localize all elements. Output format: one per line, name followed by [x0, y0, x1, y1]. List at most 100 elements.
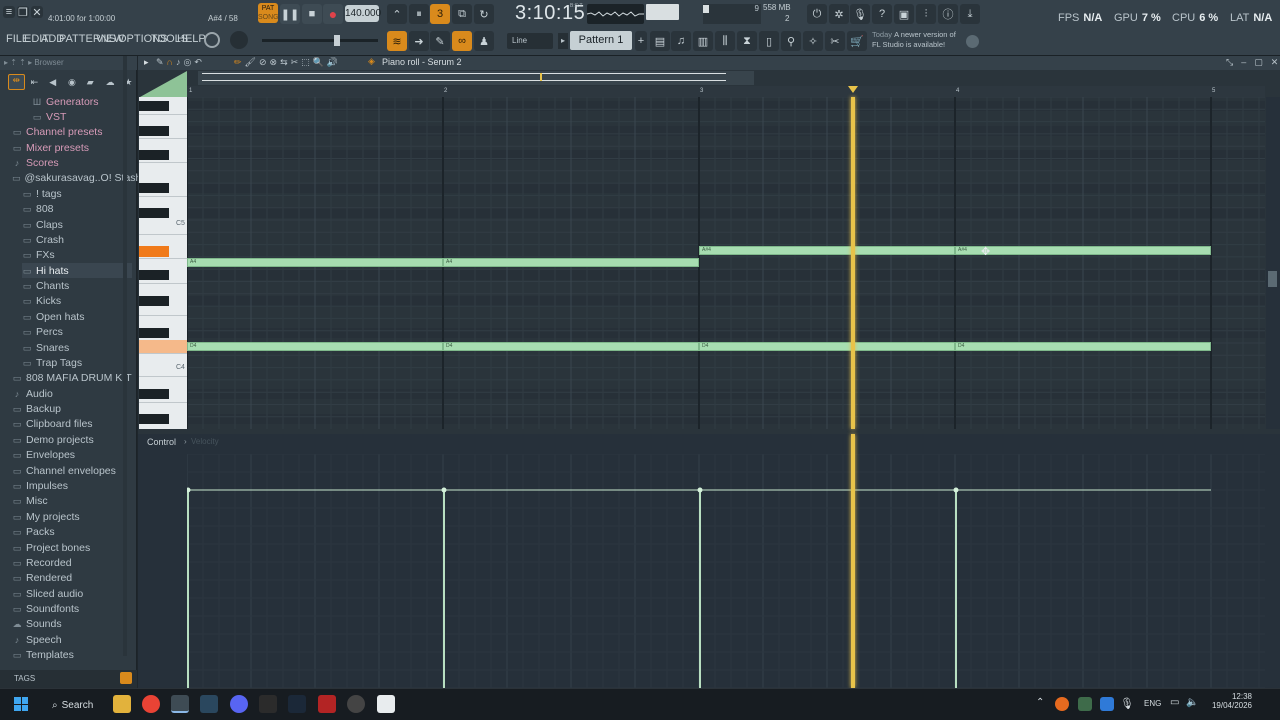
velocity-handle[interactable] — [187, 487, 191, 493]
info-icon[interactable]: ⓘ — [938, 4, 958, 24]
close-window-icon[interactable]: ✕ — [1271, 57, 1279, 68]
mixer-view-icon[interactable]: ⫼ — [715, 31, 735, 51]
language-indicator[interactable]: ENG — [1144, 699, 1161, 708]
loop-record-icon[interactable]: ↻ — [474, 4, 494, 24]
browser-item[interactable]: ▭ Claps — [22, 217, 132, 232]
close-icon[interactable]: ✕ — [31, 6, 43, 19]
tool-mute-icon[interactable]: ⊗ — [270, 57, 278, 68]
channel-target-icon[interactable]: ◈ — [368, 56, 375, 67]
tool-undo-icon[interactable]: ↶ — [194, 57, 202, 68]
piano-keyboard[interactable] — [139, 97, 187, 429]
pattern-add-icon[interactable]: + — [635, 31, 647, 51]
app-icon-1[interactable] — [259, 695, 277, 713]
browser-item[interactable]: ▭ Impulses — [12, 479, 132, 494]
piano-roll-icon[interactable]: ♫ — [671, 31, 691, 51]
snap-select[interactable]: Line — [507, 33, 553, 49]
note[interactable]: D4 — [955, 342, 1211, 351]
tags-search-icon[interactable] — [120, 672, 132, 684]
mixer-icon[interactable]: ⫶ — [916, 4, 936, 24]
note[interactable]: A#4 — [955, 246, 1211, 255]
draw-icon[interactable]: ✎ — [430, 31, 450, 51]
browser-item[interactable]: ▭ Snares — [22, 340, 132, 355]
help-icon[interactable]: ? — [872, 4, 892, 24]
browser-item[interactable]: ▭ Recorded — [12, 555, 132, 570]
tool-stamp-icon[interactable]: ◎ — [184, 57, 192, 68]
browser-item[interactable]: ♪ Scores — [12, 156, 132, 171]
black-key[interactable] — [139, 208, 169, 218]
tool-slip-icon[interactable]: ⇆ — [280, 57, 288, 68]
tool-magnet-icon[interactable]: ∩ — [167, 57, 173, 68]
wait-input-icon[interactable]: ⏸ — [409, 4, 429, 24]
browser-item[interactable]: ▭ Chants — [22, 279, 132, 294]
velocity-handle[interactable] — [953, 487, 959, 493]
browser-scrollbar[interactable] — [123, 56, 127, 656]
pattern-selector[interactable]: Pattern 1 — [570, 31, 632, 50]
tool-wrench-icon[interactable]: ✎ — [156, 57, 164, 68]
note[interactable]: D4 — [187, 342, 443, 351]
taskbar-search[interactable]: ⌕ Search — [44, 695, 102, 715]
fl-studio-taskbar-icon[interactable] — [171, 695, 189, 713]
menu-help[interactable]: HELP — [177, 33, 206, 45]
browser-clip-icon[interactable]: ▰ — [87, 77, 100, 88]
browser-item[interactable]: ♪ Speech — [12, 632, 132, 647]
tray-app-icon-1[interactable] — [1055, 697, 1069, 711]
browser-item[interactable]: ▭ Templates — [12, 648, 132, 663]
tray-app-icon-2[interactable] — [1078, 697, 1092, 711]
browser-item[interactable]: ▭ @sakurasavag..O! Stash Kit — [12, 171, 157, 186]
metronome-icon[interactable]: ⌃ — [387, 4, 407, 24]
maximize-icon[interactable]: ▢ — [1254, 57, 1263, 68]
note[interactable]: D4 — [699, 342, 955, 351]
browser-item[interactable]: ▭ Hi hats — [22, 263, 132, 279]
pat-song-toggle[interactable]: PAT SONG — [258, 3, 279, 23]
browser-collapse-icon[interactable]: ◀ — [49, 77, 62, 88]
piano-roll-menu-icon[interactable]: ▸ — [144, 57, 149, 68]
record-button[interactable]: ● — [323, 4, 343, 24]
tool-pencil-icon[interactable]: ✏ — [234, 57, 242, 68]
black-key[interactable] — [139, 150, 169, 160]
bar-ruler[interactable]: 1 2 3 4 5 — [187, 86, 1265, 97]
pattern-prev-icon[interactable]: ▸ — [558, 33, 568, 49]
power-icon[interactable]: ⏻ — [807, 4, 827, 24]
browser-item[interactable]: ▭ Backup — [12, 402, 132, 417]
master-volume-slider[interactable] — [262, 35, 378, 46]
save-icon[interactable]: ▣ — [894, 4, 914, 24]
note[interactable]: D4 — [443, 342, 699, 351]
tool-zoom-icon[interactable]: 🔍 — [313, 57, 324, 68]
browser-item[interactable]: ☁ Sounds — [12, 617, 132, 632]
menu-icon[interactable]: ≡ — [3, 6, 15, 18]
edison-icon[interactable]: ✂ — [825, 31, 845, 51]
browser-item[interactable]: ▭ VST — [32, 109, 132, 124]
browser-item[interactable]: ▭ Percs — [22, 325, 132, 340]
browser-world-icon[interactable]: ◉ — [68, 77, 81, 88]
browser-back-icon[interactable]: ⇤ — [31, 77, 44, 88]
tray-overflow-icon[interactable]: ⌃ — [1036, 697, 1044, 708]
black-key[interactable] — [139, 183, 169, 193]
highlighted-key[interactable] — [139, 246, 169, 257]
browser-item[interactable]: ▭ Sliced audio — [12, 586, 132, 601]
channel-rack-icon[interactable]: ▥ — [693, 31, 713, 51]
browser-item[interactable]: ▭ Kicks — [22, 294, 132, 309]
browser-item[interactable]: ▭ Misc — [12, 494, 132, 509]
browser-item[interactable]: ♪ Audio — [12, 386, 132, 401]
browser-item[interactable]: ▭ Mixer presets — [12, 140, 132, 155]
restore-icon[interactable]: ❐ — [17, 6, 29, 19]
browser-item[interactable]: ▭ Crash — [22, 232, 132, 247]
tool-delete-icon[interactable]: ⊘ — [259, 57, 267, 68]
plugin-icon[interactable]: ⚲ — [781, 31, 801, 51]
playlist-icon[interactable]: ▤ — [650, 31, 670, 51]
windows-start-icon[interactable] — [14, 697, 28, 711]
browser-item[interactable]: ▭ My projects — [12, 509, 132, 524]
velocity-handle[interactable] — [697, 487, 703, 493]
stop-button[interactable]: ■ — [302, 4, 322, 24]
highlighted-key[interactable] — [139, 340, 187, 354]
browser-item[interactable]: ▭ Clipboard files — [12, 417, 132, 432]
black-key[interactable] — [139, 270, 169, 280]
black-key[interactable] — [139, 296, 169, 306]
black-key[interactable] — [139, 126, 169, 136]
browser-item[interactable]: ▭ Trap Tags — [22, 355, 132, 370]
timeline-overview[interactable] — [198, 71, 754, 85]
tool-paint-icon[interactable]: 🖌 — [245, 57, 256, 68]
browser-item[interactable]: ▭ Rendered — [12, 571, 132, 586]
playhead-marker-icon[interactable] — [848, 86, 858, 93]
plugin-picker-icon[interactable]: ✲ — [829, 4, 849, 24]
